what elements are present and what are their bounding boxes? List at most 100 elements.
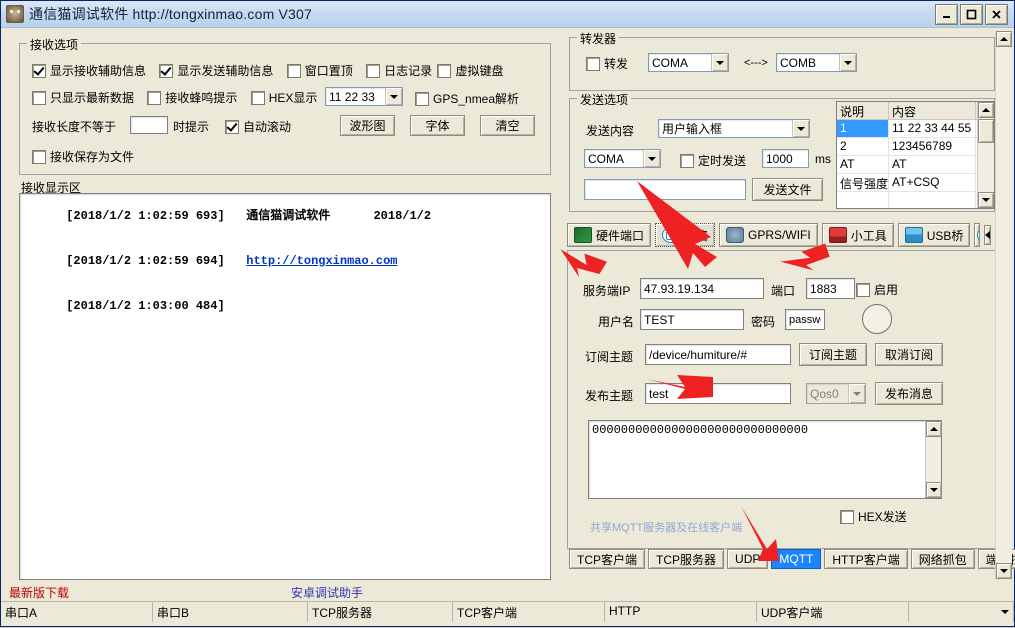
checkbox-timed-send[interactable]: 定时发送 xyxy=(680,152,746,169)
checkbox-forward-enable[interactable]: 转发 xyxy=(586,55,628,72)
port-input[interactable] xyxy=(806,278,855,299)
hex-display-combo[interactable]: 11 22 33 xyxy=(325,87,403,106)
close-button[interactable] xyxy=(985,3,1008,25)
forward-port-b-combo[interactable]: COMB xyxy=(776,53,857,72)
checkbox-mqtt-enable[interactable]: 启用 xyxy=(856,281,898,298)
tab-usb-bridge[interactable]: USB桥 xyxy=(897,223,971,247)
checkbox-label: 日志记录 xyxy=(384,64,433,78)
checkbox-gps-nmea[interactable]: GPS_nmea解析 xyxy=(415,90,519,107)
sequence-table[interactable]: 说明 内容 1 11 22 33 44 55 2 123456789 AT AT… xyxy=(836,101,995,209)
table-scrollbar[interactable] xyxy=(977,102,994,208)
share-mqtt-server-link[interactable]: 共享MQTT服务器及在线客户端 xyxy=(590,519,742,535)
chevron-down-icon xyxy=(792,120,809,137)
subtab-tcp-client[interactable]: TCP客户端 xyxy=(569,549,646,569)
status-cell-serial-b: 串口B xyxy=(153,602,308,622)
checkbox-label: 定时发送 xyxy=(698,154,747,168)
publish-button[interactable]: 发布消息 xyxy=(875,382,943,405)
unsubscribe-button[interactable]: 取消订阅 xyxy=(875,343,943,366)
checkbox-window-top[interactable]: 窗口置顶 xyxy=(286,62,353,79)
tab-hardware-port[interactable]: 硬件端口 xyxy=(567,223,652,247)
checkbox-buzzer[interactable]: 接收蜂鸣提示 xyxy=(147,89,237,106)
publish-message-textarea[interactable]: 000000000000000000000000000000 xyxy=(588,420,942,499)
android-debug-assistant-link[interactable]: 安卓调试助手 xyxy=(291,584,363,601)
status-cell-dropdown[interactable] xyxy=(909,602,1014,622)
tab-network[interactable]: 网络 xyxy=(655,223,716,247)
tab-label: 网络 xyxy=(684,228,709,243)
scroll-up-icon[interactable] xyxy=(978,102,994,118)
tab-overflow-partial[interactable] xyxy=(974,223,981,247)
tab-gprs-wifi[interactable]: GPRS/WIFI xyxy=(719,223,818,247)
tab-tools[interactable]: 小工具 xyxy=(821,223,894,247)
checkbox-box xyxy=(147,90,162,105)
minimize-button[interactable] xyxy=(935,3,958,25)
scroll-down-icon[interactable] xyxy=(996,563,1012,579)
server-ip-input[interactable] xyxy=(640,278,764,299)
receive-options-legend: 接收选项 xyxy=(27,36,82,53)
publish-topic-input[interactable] xyxy=(645,383,791,404)
clear-button[interactable]: 清空 xyxy=(480,115,535,136)
table-row[interactable]: AT AT xyxy=(837,156,977,174)
checkbox-hex-send[interactable]: HEX发送 xyxy=(840,508,907,525)
scrollbar-thumb[interactable] xyxy=(978,119,994,143)
right-panel-scrollbar[interactable] xyxy=(995,31,1012,579)
chevron-down-icon xyxy=(1001,610,1009,614)
checkbox-latest-only[interactable]: 只显示最新数据 xyxy=(32,89,134,106)
interval-unit-label: ms xyxy=(815,152,831,166)
log-line: [2018/1/2 1:02:59 693] 通信猫调试软件 2018/1/2 xyxy=(20,194,550,239)
table-row[interactable]: 信号强度 AT+CSQ xyxy=(837,174,977,192)
message-scrollbar[interactable] xyxy=(925,421,942,498)
checkbox-auto-scroll[interactable]: 自动滚动 xyxy=(225,118,291,135)
scroll-up-icon[interactable] xyxy=(926,421,942,437)
network-icon xyxy=(977,227,980,243)
maximize-button[interactable] xyxy=(960,3,983,25)
checkbox-label: HEX显示 xyxy=(268,91,318,105)
send-port-combo[interactable]: COMA xyxy=(584,149,661,168)
subtab-udp[interactable]: UDP xyxy=(727,549,769,569)
send-interval-input[interactable] xyxy=(762,149,809,168)
scroll-down-icon[interactable] xyxy=(926,482,942,498)
latest-version-download-link[interactable]: 最新版下载 xyxy=(9,584,69,601)
font-button[interactable]: 字体 xyxy=(410,115,465,136)
checkbox-label: 启用 xyxy=(874,283,899,297)
column-header-desc: 说明 xyxy=(837,102,889,119)
subscribe-button[interactable]: 订阅主题 xyxy=(799,343,867,366)
table-row[interactable]: 2 123456789 xyxy=(837,138,977,156)
send-content-combo[interactable]: 用户输入框 xyxy=(658,119,810,138)
qos-combo[interactable]: Qos0 xyxy=(806,383,866,404)
checkbox-hex-display[interactable]: HEX显示 xyxy=(250,89,318,106)
password-input[interactable] xyxy=(785,309,825,330)
checkbox-show-recv-info[interactable]: 显示接收辅助信息 xyxy=(32,62,146,79)
subtab-mqtt[interactable]: MQTT xyxy=(771,549,822,569)
waveform-button[interactable]: 波形图 xyxy=(340,115,395,136)
checkbox-box xyxy=(437,63,452,78)
tab-scroll-left-button[interactable] xyxy=(984,225,992,245)
send-input-field[interactable] xyxy=(584,179,746,200)
checkbox-box xyxy=(366,63,381,78)
subtab-tcp-server[interactable]: TCP服务器 xyxy=(648,549,725,569)
table-row[interactable]: 1 11 22 33 44 55 xyxy=(837,120,977,138)
sequence-table-body: 说明 内容 1 11 22 33 44 55 2 123456789 AT AT… xyxy=(837,102,977,208)
checkbox-virtual-keyboard[interactable]: 虚拟键盘 xyxy=(437,62,503,79)
application-window: 通信猫调试软件 http://tongxinmao.com V307 接收选项 … xyxy=(0,0,1015,627)
log-link[interactable]: http://tongxinmao.com xyxy=(246,254,397,268)
table-row[interactable] xyxy=(837,192,977,208)
log-line: [2018/1/2 1:03:00 484] xyxy=(20,284,550,329)
recv-length-input[interactable] xyxy=(130,116,168,134)
subscribe-topic-input[interactable] xyxy=(645,344,791,365)
checkbox-save-to-file[interactable]: 接收保存为文件 xyxy=(32,148,134,165)
receive-display-area[interactable]: [2018/1/2 1:02:59 693] 通信猫调试软件 2018/1/2 … xyxy=(19,193,551,580)
window-title: 通信猫调试软件 http://tongxinmao.com V307 xyxy=(29,6,313,22)
checkbox-box xyxy=(32,149,46,164)
checkbox-log-record[interactable]: 日志记录 xyxy=(366,62,432,79)
forward-port-a-combo[interactable]: COMA xyxy=(648,53,729,72)
subtab-packet-capture[interactable]: 网络抓包 xyxy=(910,549,975,569)
subtab-http-client[interactable]: HTTP客户端 xyxy=(824,549,908,569)
scroll-down-icon[interactable] xyxy=(978,192,994,208)
send-port-value: COMA xyxy=(588,151,624,166)
username-input[interactable] xyxy=(640,309,744,330)
checkbox-show-send-info[interactable]: 显示发送辅助信息 xyxy=(159,62,273,79)
status-cell-udp-client: UDP客户端 xyxy=(757,602,909,622)
tab-label: GPRS/WIFI xyxy=(748,228,811,242)
send-file-button[interactable]: 发送文件 xyxy=(752,178,823,201)
scroll-up-icon[interactable] xyxy=(996,31,1012,47)
